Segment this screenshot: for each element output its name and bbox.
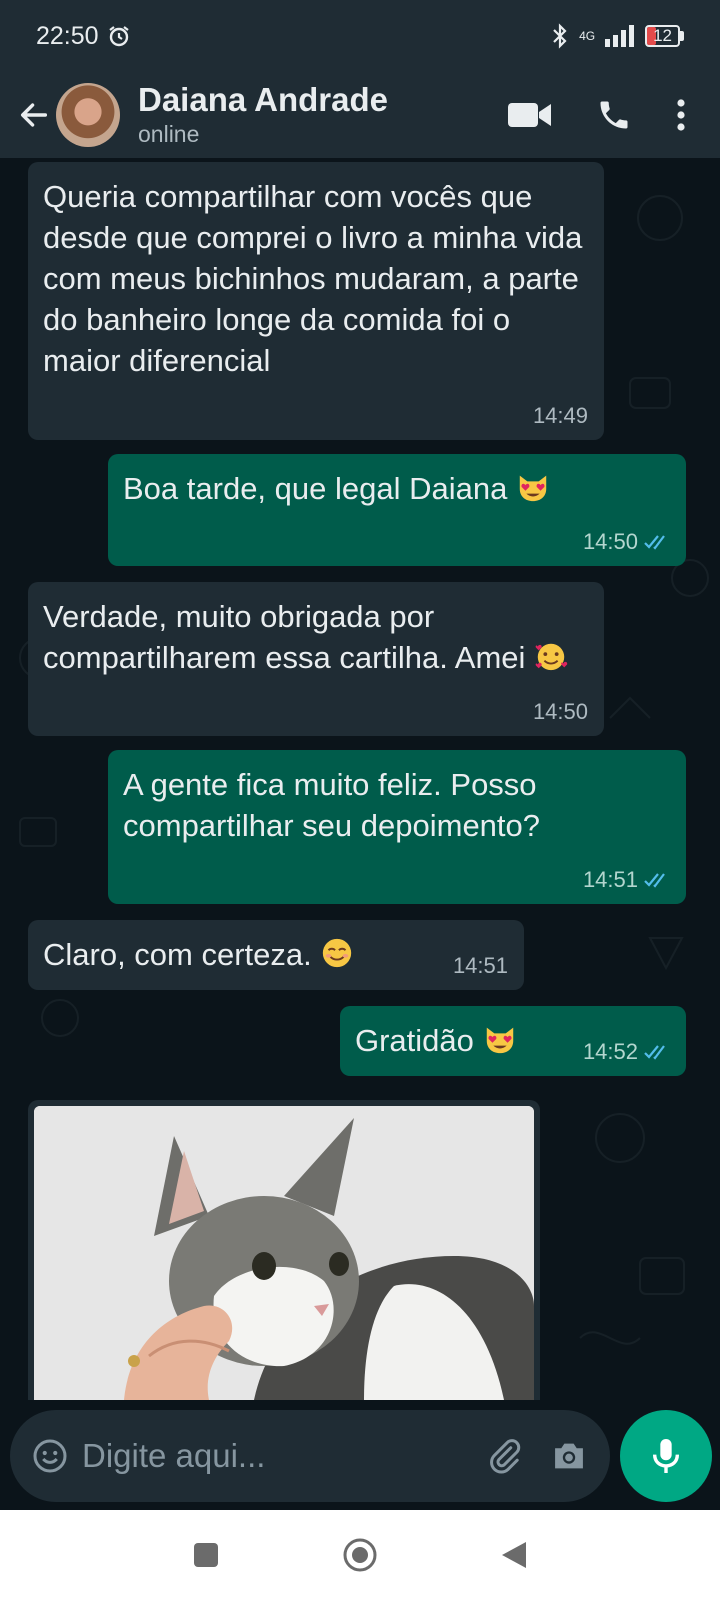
message-time: 14:49	[532, 403, 588, 428]
chat-area[interactable]: Queria compartilhar com vocês que desde …	[0, 158, 720, 1400]
message-bubble-incoming[interactable]: Verdade, muito obrigada por compartilhar…	[28, 582, 604, 736]
battery-tip	[680, 31, 684, 41]
microphone-icon	[652, 1439, 680, 1473]
message-text: Gratidão	[355, 1023, 474, 1058]
header-actions	[508, 97, 720, 133]
message-bubble-outgoing[interactable]: Boa tarde, que legal Daiana 14:50	[108, 454, 686, 566]
read-ticks-icon	[644, 535, 665, 550]
smiling-face-icon	[323, 938, 352, 968]
mic-button[interactable]	[620, 1410, 712, 1502]
message-meta: 14:52	[583, 1040, 670, 1064]
message-time: 14:50	[582, 529, 638, 554]
battery-level: 12	[645, 25, 680, 47]
message-bubble-incoming[interactable]: Queria compartilhar com vocês que desde …	[28, 162, 604, 440]
message-time: 14:50	[532, 699, 588, 724]
read-ticks-icon	[644, 873, 665, 888]
contact-info[interactable]: Daiana Andrade online	[138, 81, 388, 149]
cat-photo[interactable]	[34, 1106, 534, 1400]
smiling-face-with-hearts-icon	[535, 643, 568, 671]
message-time: 14:51	[452, 953, 508, 978]
message-input[interactable]: Digite aqui...	[10, 1410, 610, 1502]
video-call-icon[interactable]	[508, 100, 552, 130]
bluetooth-icon	[553, 23, 567, 49]
more-options-icon[interactable]	[676, 98, 686, 132]
recent-apps-icon[interactable]	[192, 1541, 220, 1569]
contact-name: Daiana Andrade	[138, 81, 389, 118]
cat-illustration	[34, 1106, 534, 1400]
attach-icon[interactable]	[486, 1438, 522, 1474]
message-text: Queria compartilhar com vocês que desde …	[43, 179, 583, 378]
message-image-incoming[interactable]	[28, 1100, 540, 1400]
message-meta: 14:51	[583, 868, 670, 892]
alarm-icon	[108, 26, 129, 47]
signal-icon	[605, 25, 635, 47]
status-bar: 22:50 4G 12	[0, 0, 720, 72]
emoji-icon[interactable]	[32, 1438, 68, 1474]
read-ticks-icon	[644, 1045, 665, 1060]
arrow-left-icon	[20, 103, 48, 127]
message-text: Claro, com certeza.	[43, 937, 312, 972]
message-meta: 14:50	[583, 530, 670, 554]
message-meta: 14:50	[533, 700, 588, 724]
chat-header: Daiana Andrade online	[0, 72, 720, 158]
battery-indicator: 12	[645, 25, 684, 47]
message-bubble-outgoing[interactable]: Gratidão 14:52	[340, 1006, 686, 1076]
composer-tools	[486, 1438, 588, 1474]
home-icon[interactable]	[342, 1537, 378, 1573]
camera-icon[interactable]	[550, 1439, 588, 1473]
heart-eyes-cat-icon	[519, 475, 547, 502]
message-text: Verdade, muito obrigada por compartilhar…	[43, 599, 526, 675]
system-navigation-bar	[0, 1510, 720, 1600]
message-text: Boa tarde, que legal Daiana	[123, 471, 508, 506]
message-time: 14:52	[582, 1039, 638, 1064]
network-type: 4G	[579, 29, 596, 43]
message-bubble-outgoing[interactable]: A gente fica muito feliz. Posso comparti…	[108, 750, 686, 904]
phone-call-icon[interactable]	[596, 97, 632, 133]
contact-presence: online	[138, 121, 200, 147]
message-text: A gente fica muito feliz. Posso comparti…	[123, 767, 541, 843]
message-placeholder: Digite aqui...	[82, 1437, 266, 1474]
avatar[interactable]	[56, 83, 120, 147]
composer-bar: Digite aqui...	[0, 1400, 720, 1510]
message-time: 14:51	[582, 867, 638, 892]
message-bubble-incoming[interactable]: Claro, com certeza. 14:51	[28, 920, 524, 990]
back-nav-icon[interactable]	[500, 1540, 528, 1570]
status-time-group: 22:50	[36, 22, 131, 51]
status-right-group: 4G 12	[551, 23, 684, 49]
message-meta: 14:51	[453, 954, 508, 978]
back-button[interactable]	[16, 97, 52, 133]
heart-eyes-cat-icon	[486, 1027, 513, 1054]
message-meta: 14:49	[533, 404, 588, 428]
status-time: 22:50	[36, 21, 99, 50]
